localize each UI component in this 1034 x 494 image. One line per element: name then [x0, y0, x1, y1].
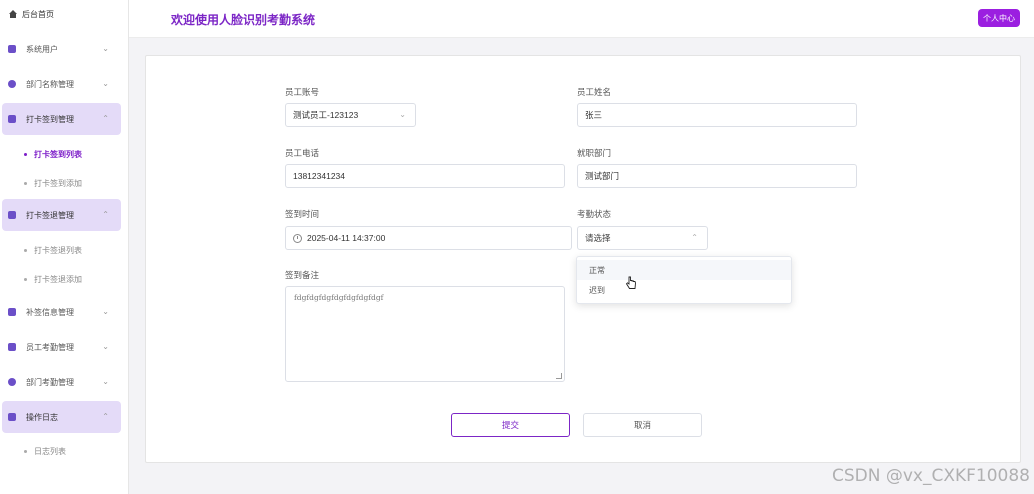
- sidebar-sub-label: 打卡签到列表: [34, 149, 82, 159]
- bullet-icon: [24, 181, 27, 185]
- sidebar-home[interactable]: 后台首页: [0, 0, 128, 28]
- phone-label: 员工电话: [285, 148, 320, 158]
- bullet-icon: [24, 152, 27, 156]
- sidebar-item-dept-attendance[interactable]: 部门考勤管理 ⌄: [2, 366, 121, 398]
- sidebar-sub-checkin-list[interactable]: 打卡签到列表: [0, 142, 128, 166]
- time-picker[interactable]: 2025-04-11 14:37:00: [285, 226, 572, 250]
- chevron-down-icon: ⌄: [102, 307, 109, 316]
- chevron-up-icon: ⌃: [102, 210, 109, 219]
- sidebar-sub-label: 日志列表: [34, 446, 66, 456]
- sidebar-sub-label: 打卡签退添加: [34, 274, 82, 284]
- top-header: 欢迎使用人脸识别考勤系统 个人中心: [129, 0, 1034, 38]
- sidebar-item-label: 打卡签到管理: [26, 114, 74, 124]
- profile-button[interactable]: 个人中心: [978, 9, 1020, 27]
- sidebar-item-operation-log[interactable]: 操作日志 ⌃: [2, 401, 121, 433]
- sidebar-item-checkout-mgmt[interactable]: 打卡签退管理 ⌃: [2, 199, 121, 231]
- remark-value: fdgfdgfdgfdgfdgfdgfdgf: [294, 293, 384, 302]
- dept-icon: [8, 80, 16, 88]
- phone-input[interactable]: 13812341234: [285, 164, 565, 188]
- dept-value: 测试部门: [585, 171, 620, 181]
- sidebar-item-label: 补签信息管理: [26, 307, 74, 317]
- sidebar-sub-label: 打卡签到添加: [34, 178, 82, 188]
- chevron-up-icon: ⌃: [102, 412, 109, 421]
- bullet-icon: [24, 248, 27, 252]
- checkout-icon: [8, 211, 16, 219]
- phone-value: 13812341234: [293, 171, 346, 181]
- remark-label: 签到备注: [285, 270, 320, 280]
- sidebar-home-label: 后台首页: [22, 9, 54, 19]
- sidebar-sub-label: 打卡签退列表: [34, 245, 82, 255]
- document-icon: [8, 343, 16, 351]
- chevron-up-icon: ⌃: [691, 233, 698, 242]
- sidebar-item-employee-attendance[interactable]: 员工考勤管理 ⌄: [2, 331, 121, 363]
- sidebar-sub-checkin-add[interactable]: 打卡签到添加: [0, 171, 128, 195]
- status-dropdown: 正常 迟到: [576, 256, 792, 304]
- dept-icon: [8, 378, 16, 386]
- bullet-icon: [24, 277, 27, 281]
- status-select[interactable]: 请选择 ⌃: [577, 226, 708, 250]
- clock-icon: [293, 233, 302, 243]
- sidebar-item-label: 打卡签退管理: [26, 210, 74, 220]
- chevron-down-icon: ⌄: [102, 342, 109, 351]
- document-icon: [8, 308, 16, 316]
- sidebar-item-system-users[interactable]: 系统用户 ⌄: [2, 33, 121, 65]
- sidebar-item-label: 系统用户: [26, 44, 58, 54]
- sidebar-sub-log-list[interactable]: 日志列表: [0, 439, 128, 463]
- time-value: 2025-04-11 14:37:00: [307, 233, 386, 243]
- remark-textarea[interactable]: fdgfdgfdgfdgfdgfdgfdgf: [285, 286, 565, 382]
- status-label: 考勤状态: [577, 209, 612, 219]
- user-icon: [8, 45, 16, 53]
- home-icon: [8, 9, 18, 19]
- chevron-down-icon: ⌄: [102, 377, 109, 386]
- sidebar-sub-checkout-list[interactable]: 打卡签退列表: [0, 238, 128, 262]
- sidebar-sub-checkout-add[interactable]: 打卡签退添加: [0, 267, 128, 291]
- account-select[interactable]: 测试员工-123123 ⌄: [285, 103, 416, 127]
- bullet-icon: [24, 449, 27, 453]
- sidebar-item-makeup-mgmt[interactable]: 补签信息管理 ⌄: [2, 296, 121, 328]
- time-label: 签到时间: [285, 209, 320, 219]
- cancel-button[interactable]: 取消: [583, 413, 702, 437]
- chevron-up-icon: ⌃: [102, 114, 109, 123]
- name-value: 张三: [585, 110, 603, 120]
- hand-cursor-icon: [625, 276, 637, 293]
- sidebar: 后台首页 系统用户 ⌄ 部门名称管理 ⌄ 打卡签到管理 ⌃ 打卡签到列表 打卡签…: [0, 0, 129, 494]
- watermark: CSDN @vx_CXKF10088: [831, 466, 1030, 486]
- resize-handle-icon[interactable]: [556, 373, 562, 379]
- chevron-down-icon: ⌄: [102, 79, 109, 88]
- list-icon: [8, 413, 16, 421]
- status-option-normal[interactable]: 正常: [577, 260, 791, 280]
- submit-button[interactable]: 提交: [451, 413, 570, 437]
- checkin-icon: [8, 115, 16, 123]
- dept-input[interactable]: 测试部门: [577, 164, 857, 188]
- sidebar-item-label: 部门名称管理: [26, 79, 74, 89]
- account-value: 测试员工-123123: [293, 110, 359, 120]
- sidebar-item-label: 员工考勤管理: [26, 342, 74, 352]
- sidebar-item-dept-names[interactable]: 部门名称管理 ⌄: [2, 68, 121, 100]
- chevron-down-icon: ⌄: [102, 44, 109, 53]
- account-label: 员工账号: [285, 87, 320, 97]
- sidebar-item-checkin-mgmt[interactable]: 打卡签到管理 ⌃: [2, 103, 121, 135]
- status-placeholder: 请选择: [585, 233, 611, 243]
- name-input[interactable]: 张三: [577, 103, 857, 127]
- sidebar-item-label: 部门考勤管理: [26, 377, 74, 387]
- chevron-down-icon: ⌄: [399, 110, 406, 119]
- status-option-late[interactable]: 迟到: [577, 280, 791, 300]
- dept-label: 就职部门: [577, 148, 612, 158]
- sidebar-item-label: 操作日志: [26, 412, 58, 422]
- name-label: 员工姓名: [577, 87, 612, 97]
- page-title: 欢迎使用人脸识别考勤系统: [171, 13, 316, 27]
